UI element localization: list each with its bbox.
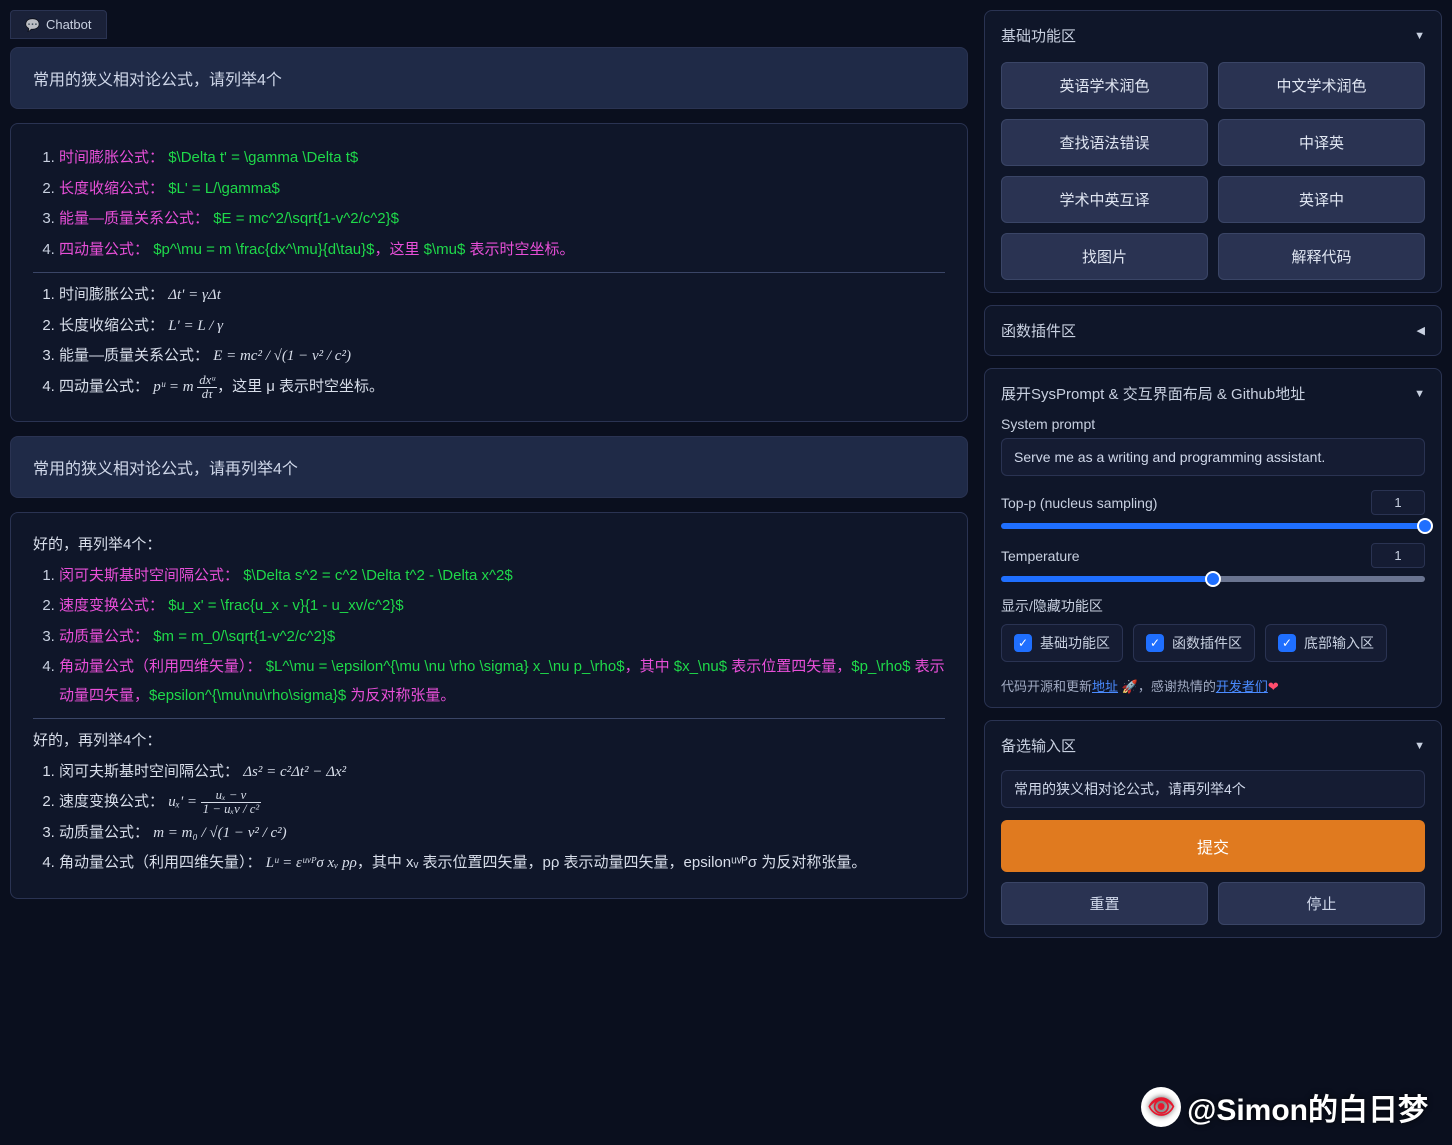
chevron-down-icon: ▼: [1414, 30, 1425, 42]
chevron-down-icon: ▼: [1414, 740, 1425, 752]
panel-func-plugins: 函数插件区 ◀: [984, 305, 1442, 356]
check-plugins[interactable]: ✓函数插件区: [1133, 624, 1255, 662]
chat-icon: 💬: [25, 18, 40, 32]
check-icon: ✓: [1146, 634, 1164, 652]
tab-bar: 💬 Chatbot: [10, 10, 972, 39]
system-prompt-input[interactable]: [1001, 438, 1425, 476]
temp-label: Temperature: [1001, 548, 1080, 564]
check-icon: ✓: [1014, 634, 1032, 652]
btn-academic-trans[interactable]: 学术中英互译: [1001, 176, 1208, 223]
chevron-left-icon: ◀: [1417, 324, 1425, 337]
btn-find-image[interactable]: 找图片: [1001, 233, 1208, 280]
visibility-label: 显示/隐藏功能区: [1001, 596, 1425, 616]
chevron-down-icon: ▼: [1414, 388, 1425, 400]
btn-zh2en[interactable]: 中译英: [1218, 119, 1425, 166]
reset-button[interactable]: 重置: [1001, 882, 1208, 925]
check-bottom-input[interactable]: ✓底部输入区: [1265, 624, 1387, 662]
panel-sys-header[interactable]: 展开SysPrompt & 交互界面布局 & Github地址 ▼: [1001, 381, 1425, 406]
tab-chatbot[interactable]: 💬 Chatbot: [10, 10, 107, 39]
topp-slider[interactable]: [1001, 523, 1425, 529]
topp-label: Top-p (nucleus sampling): [1001, 495, 1157, 511]
stop-button[interactable]: 停止: [1218, 882, 1425, 925]
btn-en-polish[interactable]: 英语学术润色: [1001, 62, 1208, 109]
temp-value: 1: [1371, 543, 1425, 568]
link-devs[interactable]: 开发者们: [1216, 679, 1268, 694]
bot-message-2: 好的，再列举4个： 闵可夫斯基时空间隔公式： $\Delta s^2 = c^2…: [10, 512, 968, 899]
panel-sys: 展开SysPrompt & 交互界面布局 & Github地址 ▼ System…: [984, 368, 1442, 708]
panel-basic-header[interactable]: 基础功能区 ▼: [1001, 23, 1425, 48]
btn-en2zh[interactable]: 英译中: [1218, 176, 1425, 223]
panel-basic: 基础功能区 ▼ 英语学术润色 中文学术润色 查找语法错误 中译英 学术中英互译 …: [984, 10, 1442, 293]
user-message-1: 常用的狭义相对论公式，请列举4个: [10, 47, 968, 109]
btn-grammar[interactable]: 查找语法错误: [1001, 119, 1208, 166]
panel-alt-input-header[interactable]: 备选输入区 ▼: [1001, 733, 1425, 758]
btn-explain-code[interactable]: 解释代码: [1218, 233, 1425, 280]
check-basic[interactable]: ✓基础功能区: [1001, 624, 1123, 662]
check-icon: ✓: [1278, 634, 1296, 652]
tab-label: Chatbot: [46, 17, 92, 32]
temp-slider[interactable]: [1001, 576, 1425, 582]
user-message-2: 常用的狭义相对论公式，请再列举4个: [10, 436, 968, 498]
divider: [33, 272, 945, 273]
chat-scroll[interactable]: 常用的狭义相对论公式，请列举4个 时间膨胀公式： $\Delta t' = \g…: [10, 47, 972, 1135]
bot-message-1: 时间膨胀公式： $\Delta t' = \gamma \Delta t$ 长度…: [10, 123, 968, 422]
submit-button[interactable]: 提交: [1001, 820, 1425, 872]
link-repo[interactable]: 地址: [1092, 679, 1118, 694]
topp-value: 1: [1371, 490, 1425, 515]
alt-input-field[interactable]: [1001, 770, 1425, 808]
btn-zh-polish[interactable]: 中文学术润色: [1218, 62, 1425, 109]
divider: [33, 718, 945, 719]
credit-line: 代码开源和更新地址 🚀，感谢热情的开发者们❤: [1001, 676, 1425, 695]
panel-alt-input: 备选输入区 ▼ 提交 重置 停止: [984, 720, 1442, 938]
panel-func-plugins-header[interactable]: 函数插件区 ◀: [1001, 318, 1425, 343]
system-prompt-label: System prompt: [1001, 416, 1425, 432]
heart-icon: ❤: [1268, 679, 1279, 694]
